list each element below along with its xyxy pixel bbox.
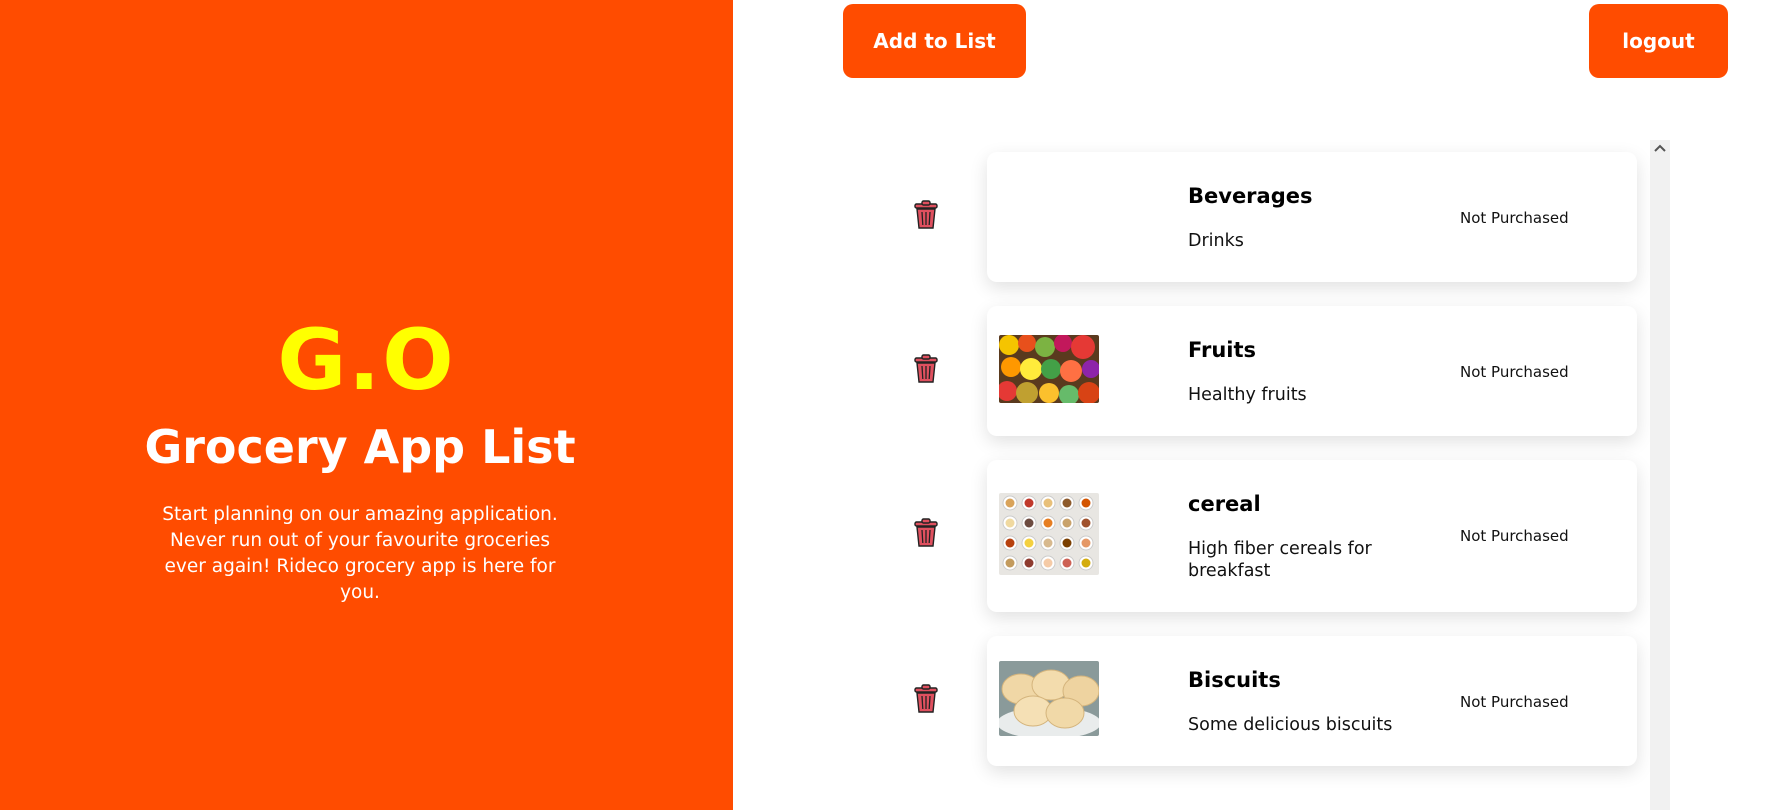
item-description: Some delicious biscuits — [1188, 715, 1393, 735]
item-name: Beverages — [1188, 184, 1313, 208]
fruits-image — [999, 335, 1099, 403]
list-item: Fruits Healthy fruits Not Purchased — [733, 306, 1785, 436]
item-name: Biscuits — [1188, 668, 1281, 692]
item-status: Not Purchased — [1460, 209, 1569, 227]
app-description: Start planning on our amazing applicatio… — [162, 504, 558, 603]
item-name: Fruits — [1188, 338, 1257, 362]
item-description: High fiber cereals for breakfast — [1188, 539, 1372, 581]
item-card[interactable]: cereal High fiber cereals for breakfast … — [987, 460, 1637, 612]
hero-panel: G.O Grocery App List Start planning on o… — [0, 0, 733, 810]
grocery-list: Beverages Drinks Not Purchased Fruits He… — [733, 140, 1785, 810]
add-to-list-button[interactable]: Add to List — [843, 4, 1026, 78]
trash-icon[interactable] — [912, 200, 940, 230]
list-item: Beverages Drinks Not Purchased — [733, 152, 1785, 282]
biscuits-image — [999, 661, 1099, 736]
chevron-up-icon[interactable] — [1650, 142, 1670, 158]
logout-button[interactable]: logout — [1589, 4, 1728, 78]
item-card[interactable]: Fruits Healthy fruits Not Purchased — [987, 306, 1637, 436]
cereal-image — [999, 493, 1099, 575]
list-item: cereal High fiber cereals for breakfast … — [733, 460, 1785, 612]
trash-icon[interactable] — [912, 684, 940, 714]
list-item: Biscuits Some delicious biscuits Not Pur… — [733, 636, 1785, 766]
page: G.O Grocery App List Start planning on o… — [0, 0, 1785, 810]
trash-icon[interactable] — [912, 354, 940, 384]
app-title: Grocery App List — [144, 420, 576, 474]
item-status: Not Purchased — [1460, 363, 1569, 381]
item-card[interactable]: Biscuits Some delicious biscuits Not Pur… — [987, 636, 1637, 766]
app-logo: G.O — [277, 311, 456, 409]
item-card[interactable]: Beverages Drinks Not Purchased — [987, 152, 1637, 282]
trash-icon[interactable] — [912, 518, 940, 548]
item-name: cereal — [1188, 492, 1261, 516]
item-status: Not Purchased — [1460, 693, 1569, 711]
item-status: Not Purchased — [1460, 527, 1569, 545]
item-description: Drinks — [1188, 231, 1244, 251]
list-scrollbar[interactable] — [1650, 140, 1670, 810]
item-description: Healthy fruits — [1188, 385, 1307, 405]
